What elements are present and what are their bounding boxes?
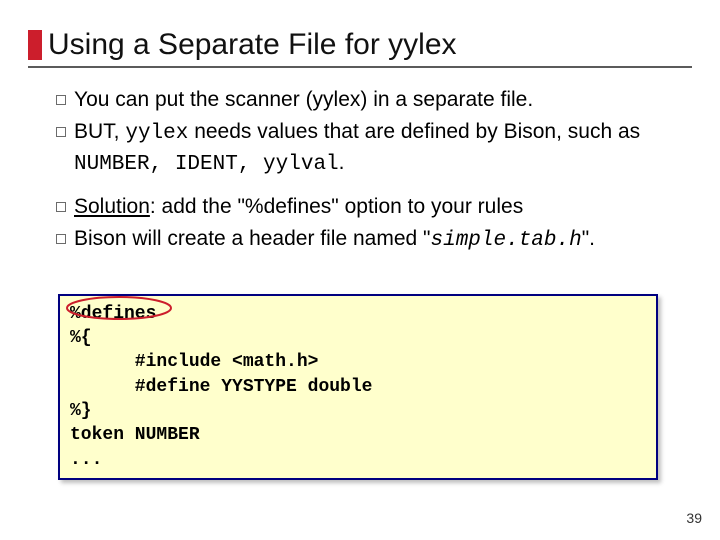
square-bullet-icon: [56, 127, 66, 137]
slide: Using a Separate File for yylex You can …: [0, 0, 720, 540]
text-fragment: .: [339, 151, 345, 174]
bullet-text: Bison will create a header file named "s…: [74, 225, 682, 255]
code-inline: yylex: [125, 122, 188, 145]
code-line: token NUMBER: [70, 423, 646, 447]
text-fragment: needs values that are defined by Bison, …: [188, 120, 640, 143]
bullet-item: Bison will create a header file named "s…: [56, 225, 682, 255]
square-bullet-icon: [56, 202, 66, 212]
code-box: %defines %{ #include <math.h> #define YY…: [58, 294, 658, 480]
bullet-item: Solution: add the "%defines" option to y…: [56, 193, 682, 221]
bullet-item: You can put the scanner (yylex) in a sep…: [56, 86, 682, 114]
text-fragment: ".: [582, 227, 595, 250]
bullet-list: You can put the scanner (yylex) in a sep…: [56, 86, 682, 256]
slide-title: Using a Separate File for yylex: [48, 28, 457, 62]
code-inline-italic: simple.tab.h: [430, 229, 581, 252]
code-line: ...: [70, 448, 646, 472]
bullet-text: BUT, yylex needs values that are defined…: [74, 118, 682, 179]
code-line: %defines: [70, 302, 646, 326]
underlined-text: Solution: [74, 195, 150, 218]
code-line: #include <math.h>: [70, 350, 646, 374]
title-underline: [28, 66, 692, 68]
text-fragment: Bison will create a header file named ": [74, 227, 430, 250]
bullet-text: Solution: add the "%defines" option to y…: [74, 193, 682, 221]
code-line: #define YYSTYPE double: [70, 375, 646, 399]
text-fragment: : add the "%defines" option to your rule…: [150, 195, 523, 218]
title-accent-bar: [28, 30, 42, 60]
square-bullet-icon: [56, 234, 66, 244]
code-line: %}: [70, 399, 646, 423]
page-number: 39: [686, 510, 702, 526]
square-bullet-icon: [56, 95, 66, 105]
code-line: %{: [70, 326, 646, 350]
title-row: Using a Separate File for yylex: [28, 28, 692, 62]
text-fragment: BUT,: [74, 120, 125, 143]
bullet-text: You can put the scanner (yylex) in a sep…: [74, 86, 682, 114]
bullet-item: BUT, yylex needs values that are defined…: [56, 118, 682, 179]
code-inline: NUMBER, IDENT, yylval: [74, 153, 339, 176]
